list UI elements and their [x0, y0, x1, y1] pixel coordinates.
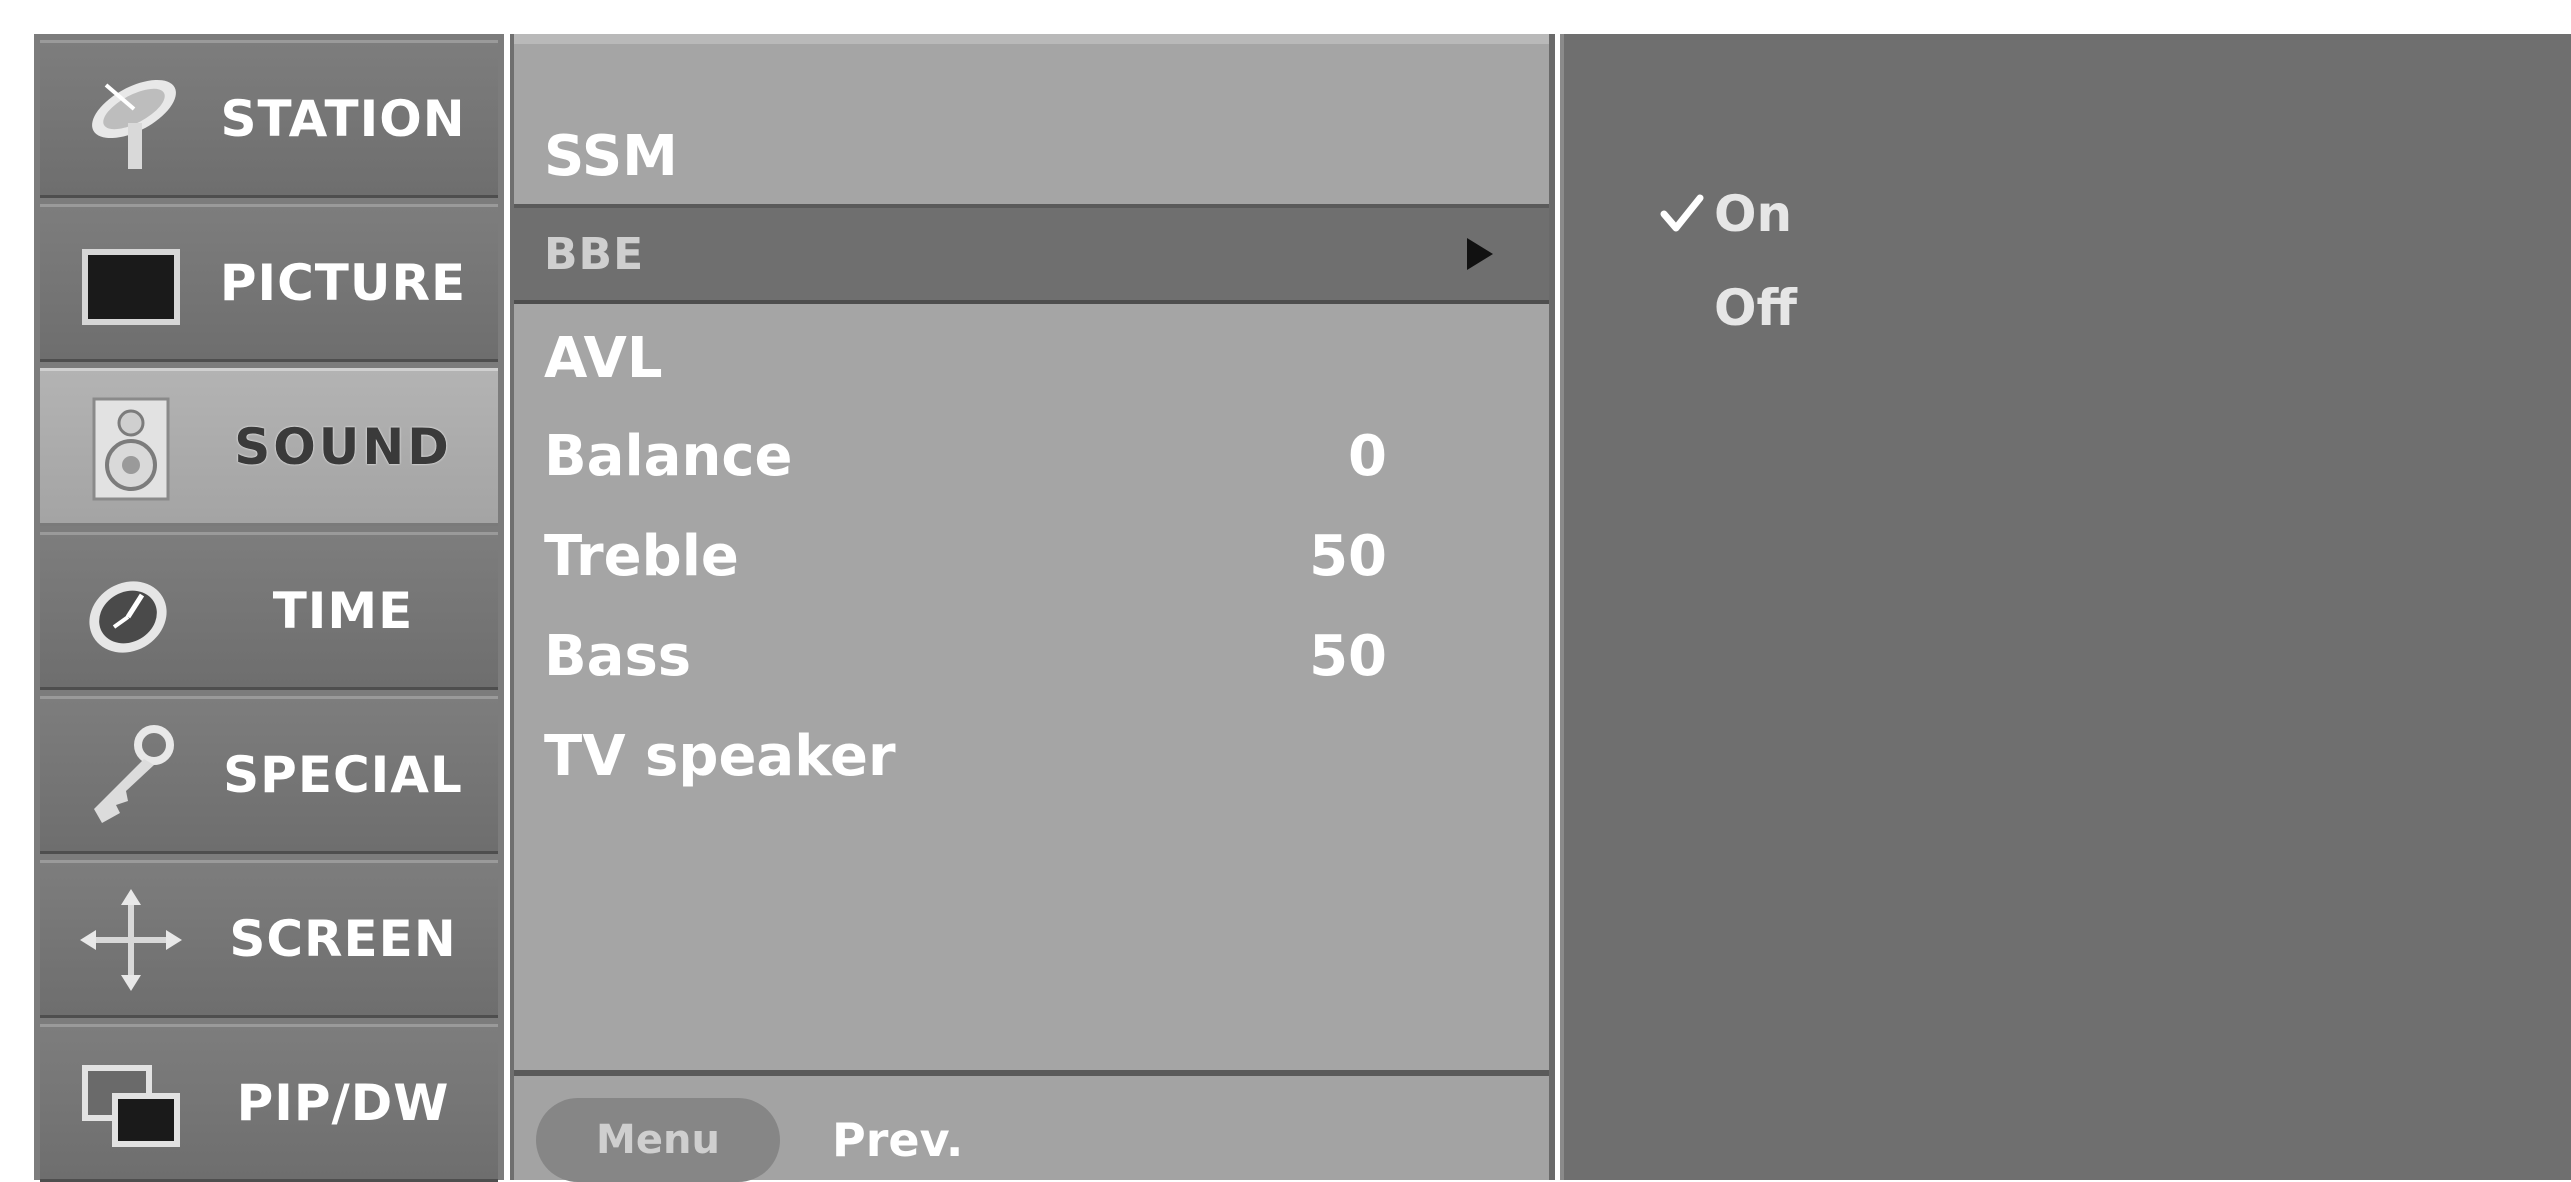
satellite-dish-icon [92, 79, 176, 169]
speaker-icon [92, 397, 170, 501]
menu-item-label: AVL [544, 325, 663, 391]
menu-item-label: Balance [544, 423, 793, 489]
menu-item-treble[interactable]: Treble 50 [514, 508, 1549, 604]
menu-item-tv-speaker[interactable]: TV speaker [514, 708, 1549, 804]
option-on[interactable]: On [1660, 174, 1793, 254]
menu-item-label: BBE [544, 228, 645, 280]
options-panel: On Off [1560, 34, 2571, 1180]
checkmark-icon [1660, 194, 1704, 232]
sidebar-item-label: SCREEN [229, 910, 457, 968]
menu-footer: Menu Prev. [514, 1070, 1549, 1182]
osd-menu-screen: STATION PICTURE SOUND TIME SPECIAL SCREE… [0, 0, 2571, 1182]
sidebar-item-time[interactable]: TIME [40, 532, 498, 690]
menu-item-value: 0 [1348, 423, 1387, 489]
sound-menu: SSM BBE AVL Balance 0 Treble 50 Bass 50 … [510, 34, 1555, 1182]
option-label: On [1714, 185, 1793, 243]
menu-item-label: Treble [544, 523, 739, 589]
key-icon [94, 725, 174, 823]
tv-screen-icon [82, 249, 180, 325]
sidebar-item-sound[interactable]: SOUND [40, 368, 498, 526]
menu-item-ssm[interactable]: SSM [514, 108, 1549, 208]
sidebar-item-station[interactable]: STATION [40, 40, 498, 198]
menu-button[interactable]: Menu [536, 1098, 780, 1182]
menu-item-value: 50 [1309, 523, 1387, 589]
menu-item-value: 50 [1309, 623, 1387, 689]
clock-icon [89, 581, 167, 653]
sidebar-item-label: PIP/DW [236, 1074, 450, 1132]
sidebar-item-label: PICTURE [219, 254, 467, 312]
sidebar-item-special[interactable]: SPECIAL [40, 696, 498, 854]
sidebar-item-picture[interactable]: PICTURE [40, 204, 498, 362]
sidebar-item-label: SPECIAL [223, 746, 463, 804]
option-label: Off [1714, 279, 1798, 337]
sidebar-item-pip-dw[interactable]: PIP/DW [40, 1024, 498, 1182]
menu-item-label: SSM [544, 123, 678, 189]
move-arrows-icon [80, 889, 182, 991]
menu-item-bass[interactable]: Bass 50 [514, 608, 1549, 704]
menu-item-label: TV speaker [544, 723, 896, 789]
category-sidebar: STATION PICTURE SOUND TIME SPECIAL SCREE… [34, 34, 504, 1182]
option-off[interactable]: Off [1714, 268, 1797, 348]
pip-icon [82, 1065, 180, 1147]
menu-top-border [514, 34, 1549, 44]
sidebar-item-screen[interactable]: SCREEN [40, 860, 498, 1018]
menu-item-balance[interactable]: Balance 0 [514, 408, 1549, 504]
menu-item-avl[interactable]: AVL [514, 310, 1549, 406]
submenu-arrow-icon [1467, 238, 1493, 270]
sidebar-item-label: STATION [220, 90, 466, 148]
prev-hint: Prev. [832, 1113, 964, 1167]
sidebar-item-label: SOUND [234, 418, 452, 476]
menu-item-bbe[interactable]: BBE [514, 204, 1549, 304]
sidebar-item-label: TIME [272, 582, 414, 640]
menu-item-label: Bass [544, 623, 692, 689]
